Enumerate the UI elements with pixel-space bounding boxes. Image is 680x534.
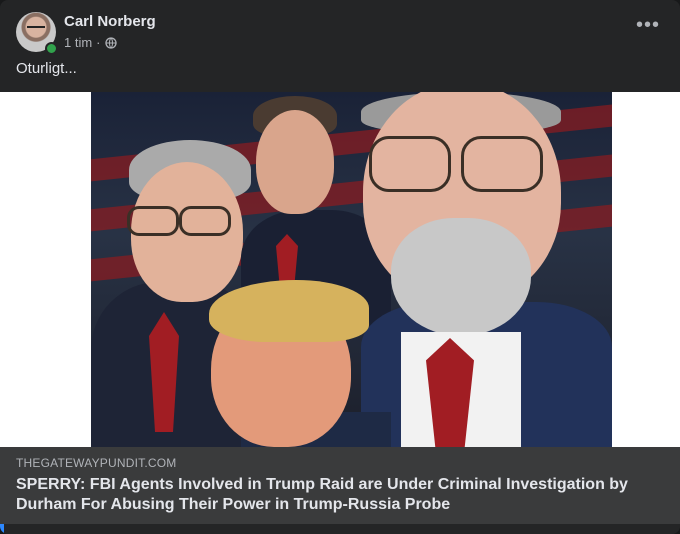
left-figure-glasses: [127, 206, 179, 236]
front-figure-hair: [209, 280, 369, 342]
bottom-strip: [0, 524, 680, 534]
left-figure-glasses: [179, 206, 231, 236]
more-options-button[interactable]: •••: [632, 15, 664, 44]
post-meta: 1 tim ·: [64, 35, 117, 50]
post-text: Oturligt...: [16, 60, 77, 77]
right-figure-glasses: [461, 136, 543, 192]
post-artwork: [91, 92, 612, 447]
link-title[interactable]: SPERRY: FBI Agents Involved in Trump Rai…: [16, 475, 656, 515]
post-time[interactable]: 1 tim: [64, 35, 92, 50]
link-domain: THEGATEWAYPUNDIT.COM: [16, 456, 177, 470]
meta-separator: ·: [96, 35, 101, 50]
post-image[interactable]: [0, 92, 680, 447]
right-figure-glasses: [369, 136, 451, 192]
link-preview[interactable]: THEGATEWAYPUNDIT.COM SPERRY: FBI Agents …: [0, 447, 680, 524]
right-figure-beard: [391, 218, 531, 336]
avatar-glasses: [27, 26, 45, 32]
post-header: Carl Norberg 1 tim · •••: [16, 12, 664, 55]
center-figure-face: [256, 110, 334, 214]
focus-indicator: [0, 524, 4, 534]
globe-icon: [104, 36, 117, 49]
online-status-icon: [45, 42, 58, 55]
post-card: Carl Norberg 1 tim · ••• Oturligt... THE…: [0, 0, 680, 534]
author-name[interactable]: Carl Norberg: [64, 13, 156, 30]
